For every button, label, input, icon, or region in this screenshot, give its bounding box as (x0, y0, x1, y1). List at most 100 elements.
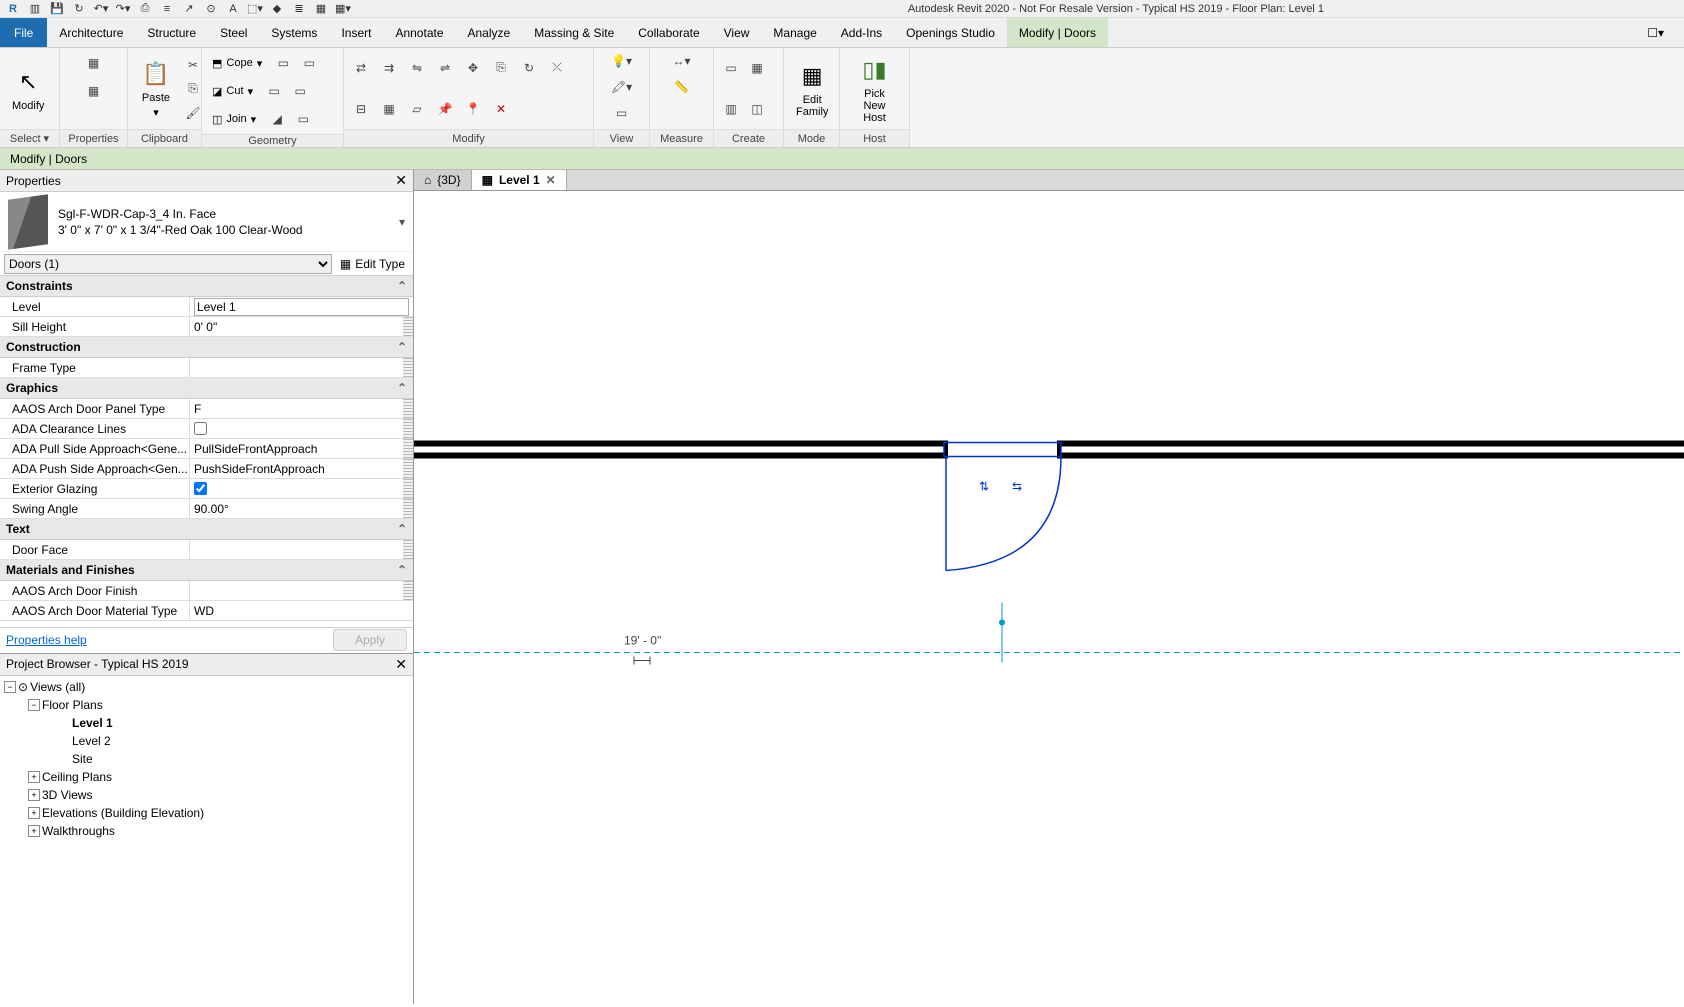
align-tool-icon[interactable]: ⇄ (350, 57, 372, 79)
prop-val-swing[interactable]: 90.00° (190, 499, 403, 518)
prop-val-mat[interactable]: WD (190, 601, 413, 620)
create-similar-icon[interactable]: ▭ (720, 57, 742, 79)
tab-structure[interactable]: Structure (135, 18, 208, 47)
linework-icon[interactable]: ▭ (611, 102, 633, 124)
tree-item-views[interactable]: Views (all) (30, 680, 85, 694)
prop-val-panel[interactable]: F (190, 399, 403, 418)
move-icon[interactable]: ✥ (462, 57, 484, 79)
rotate-icon[interactable]: ↻ (518, 57, 540, 79)
create-parts-icon[interactable]: ◫ (746, 98, 768, 120)
tree-item-ceiling[interactable]: Ceiling Plans (42, 770, 112, 784)
tab-addins[interactable]: Add-Ins (829, 18, 894, 47)
dimension-text[interactable]: 19' - 0" (624, 634, 661, 648)
copy-icon[interactable]: ⎘ (490, 57, 512, 79)
cope-opt1-icon[interactable]: ▭ (272, 52, 294, 74)
prop-val-sill[interactable]: 0' 0" (190, 317, 403, 336)
tree-toggle-icon[interactable]: + (28, 807, 40, 819)
type-dropdown-icon[interactable]: ▾ (399, 215, 405, 229)
tab-systems[interactable]: Systems (259, 18, 329, 47)
tree-toggle-icon[interactable]: + (28, 789, 40, 801)
tab-annotate[interactable]: Annotate (383, 18, 455, 47)
drawing-canvas[interactable]: ⇅ ⇆ 19' - 0" (414, 191, 1684, 1004)
aligned-dim-icon[interactable]: ↔▾ (662, 50, 702, 72)
prop-val-push[interactable]: PushSideFrontApproach (190, 459, 403, 478)
override-icon[interactable]: 🖍▾ (611, 76, 633, 98)
tab-modify-doors[interactable]: Modify | Doors (1007, 18, 1108, 47)
group-construction[interactable]: Construction⌃ (0, 337, 413, 358)
print-icon[interactable]: ⎙ (136, 0, 154, 18)
tab-collaborate[interactable]: Collaborate (626, 18, 711, 47)
tree-item-level1[interactable]: Level 1 (72, 716, 113, 730)
prop-val-face[interactable] (190, 540, 403, 559)
mirror-axis-icon[interactable]: ⇋ (406, 57, 428, 79)
cut-opt1-icon[interactable]: ▭ (263, 80, 285, 102)
group-materials[interactable]: Materials and Finishes⌃ (0, 560, 413, 581)
group-graphics[interactable]: Graphics⌃ (0, 378, 413, 399)
tab-view[interactable]: View (712, 18, 762, 47)
join-opt2-icon[interactable]: ▭ (292, 108, 314, 130)
grip-icon[interactable] (403, 499, 413, 518)
collapse-icon[interactable]: ⌃ (397, 522, 407, 536)
measure-icon[interactable]: ≡ (158, 0, 176, 18)
help-dropdown-icon[interactable]: ☐▾ (1627, 18, 1684, 47)
tab-insert[interactable]: Insert (329, 18, 383, 47)
open-icon[interactable]: ▥ (26, 0, 44, 18)
create-group-icon[interactable]: ▦ (746, 57, 768, 79)
grip-icon[interactable] (403, 459, 413, 478)
grip-icon[interactable] (403, 317, 413, 336)
filter-select[interactable]: Doors (1) (4, 254, 332, 274)
edit-family-button[interactable]: ▦Edit Family (790, 58, 834, 120)
join-opt1-icon[interactable]: ◢ (266, 108, 288, 130)
create-assembly-icon[interactable]: ▥ (720, 98, 742, 120)
tab-architecture[interactable]: Architecture (47, 18, 135, 47)
group-constraints[interactable]: Constraints⌃ (0, 276, 413, 297)
flip-hand-icon[interactable]: ⇅ (979, 480, 989, 494)
tree-item-floor-plans[interactable]: Floor Plans (42, 698, 103, 712)
mirror-draw-icon[interactable]: ⇌ (434, 57, 456, 79)
tab-close-icon[interactable]: ✕ (546, 173, 556, 187)
view-tab-3d[interactable]: ⌂{3D} (414, 170, 472, 190)
close-hidden-icon[interactable]: ▦ (312, 0, 330, 18)
section-icon[interactable]: ◆ (268, 0, 286, 18)
align-icon[interactable]: ↗ (180, 0, 198, 18)
cut-clipboard-icon[interactable]: ✂ (182, 54, 204, 76)
tree-toggle-icon[interactable]: − (4, 681, 16, 693)
group-text[interactable]: Text⌃ (0, 519, 413, 540)
split-icon[interactable]: ⊟ (350, 98, 372, 120)
tree-item-3d-views[interactable]: 3D Views (42, 788, 92, 802)
prop-val-glaz[interactable] (194, 482, 207, 495)
prop-val-frame[interactable] (190, 358, 403, 377)
prop-val-finish[interactable] (190, 581, 403, 600)
panel-select[interactable]: Select ▾ (0, 129, 59, 147)
properties-icon[interactable]: ▦ (78, 78, 110, 104)
tree-item-level2[interactable]: Level 2 (72, 734, 111, 748)
properties-help-link[interactable]: Properties help (6, 633, 87, 647)
prop-val-level[interactable] (194, 298, 409, 316)
pick-new-host-button[interactable]: ▯▮Pick New Host (846, 52, 903, 126)
tab-steel[interactable]: Steel (208, 18, 259, 47)
pin-icon[interactable]: 📌 (434, 98, 456, 120)
copy-clipboard-icon[interactable]: ⎘ (182, 78, 204, 100)
grip-icon[interactable] (403, 479, 413, 498)
undo-icon[interactable]: ↶▾ (92, 0, 110, 18)
properties-close-icon[interactable]: ✕ (395, 172, 407, 189)
browser-close-icon[interactable]: ✕ (395, 656, 407, 673)
thin-lines-icon[interactable]: ≣ (290, 0, 308, 18)
collapse-icon[interactable]: ⌃ (397, 340, 407, 354)
tree-toggle-icon[interactable]: + (28, 825, 40, 837)
grip-icon[interactable] (403, 540, 413, 559)
grip-icon[interactable] (403, 439, 413, 458)
dim-icon[interactable]: ⊙ (202, 0, 220, 18)
edit-type-button[interactable]: ▦Edit Type (336, 255, 409, 273)
collapse-icon[interactable]: ⌃ (397, 381, 407, 395)
modify-button[interactable]: ↖Modify (6, 64, 50, 114)
join-button[interactable]: ◫Join▾ ◢▭ (208, 106, 318, 132)
3d-icon[interactable]: ⬚▾ (246, 0, 264, 18)
tree-toggle-icon[interactable]: + (28, 771, 40, 783)
prop-val-ada[interactable] (194, 422, 207, 435)
tab-manage[interactable]: Manage (761, 18, 828, 47)
switch-windows-icon[interactable]: ▦▾ (334, 0, 352, 18)
tree-item-site[interactable]: Site (72, 752, 93, 766)
tree-item-elevations[interactable]: Elevations (Building Elevation) (42, 806, 204, 820)
redo-icon[interactable]: ↷▾ (114, 0, 132, 18)
